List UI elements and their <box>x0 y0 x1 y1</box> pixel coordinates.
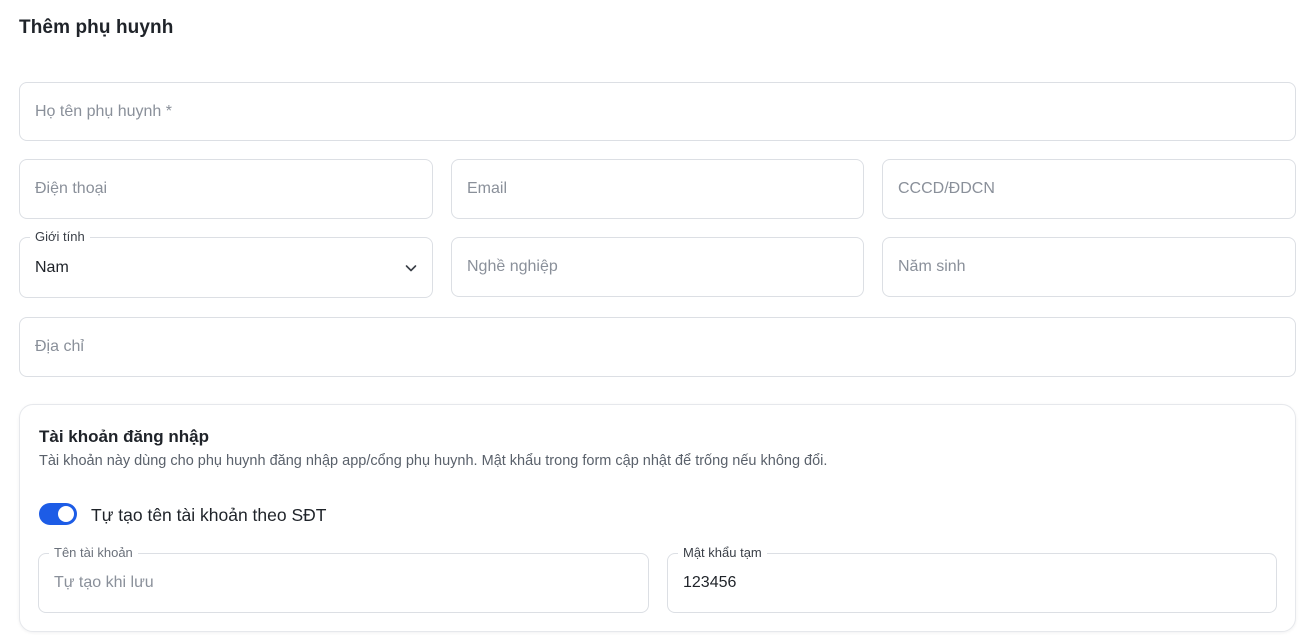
username-label: Tên tài khoản <box>49 545 138 561</box>
id-card-field[interactable] <box>882 159 1296 219</box>
chevron-down-icon[interactable] <box>404 261 418 275</box>
username-input[interactable] <box>54 574 608 592</box>
temp-password-field[interactable]: Mật khẩu tạm <box>667 545 1277 613</box>
full-name-field[interactable] <box>19 82 1296 141</box>
birth-year-input[interactable] <box>898 258 1255 276</box>
phone-field[interactable] <box>19 159 433 219</box>
auto-username-label: Tự tạo tên tài khoản theo SĐT <box>91 505 327 525</box>
full-name-input[interactable] <box>35 102 1255 121</box>
temp-password-input[interactable] <box>683 574 1236 592</box>
email-input[interactable] <box>467 180 823 198</box>
account-section-title: Tài khoản đăng nhập <box>39 427 210 446</box>
occupation-field[interactable] <box>451 237 864 297</box>
email-field[interactable] <box>451 159 864 219</box>
birth-year-field[interactable] <box>882 237 1296 297</box>
id-card-input[interactable] <box>898 180 1255 198</box>
auto-username-toggle[interactable] <box>39 503 77 525</box>
toggle-knob <box>58 506 74 522</box>
page-title: Thêm phụ huynh <box>19 17 174 38</box>
gender-label: Giới tính <box>30 229 90 245</box>
account-section: Tài khoản đăng nhập Tài khoản này dùng c… <box>19 404 1296 632</box>
phone-input[interactable] <box>35 180 392 198</box>
gender-select[interactable]: Giới tính Nam <box>19 229 433 298</box>
username-field[interactable]: Tên tài khoản <box>38 545 649 613</box>
gender-value: Nam <box>35 258 69 276</box>
temp-password-label: Mật khẩu tạm <box>678 545 767 561</box>
occupation-input[interactable] <box>467 258 823 276</box>
address-field[interactable] <box>19 317 1296 377</box>
account-section-description: Tài khoản này dùng cho phụ huynh đăng nh… <box>39 453 828 469</box>
address-input[interactable] <box>35 338 1255 356</box>
